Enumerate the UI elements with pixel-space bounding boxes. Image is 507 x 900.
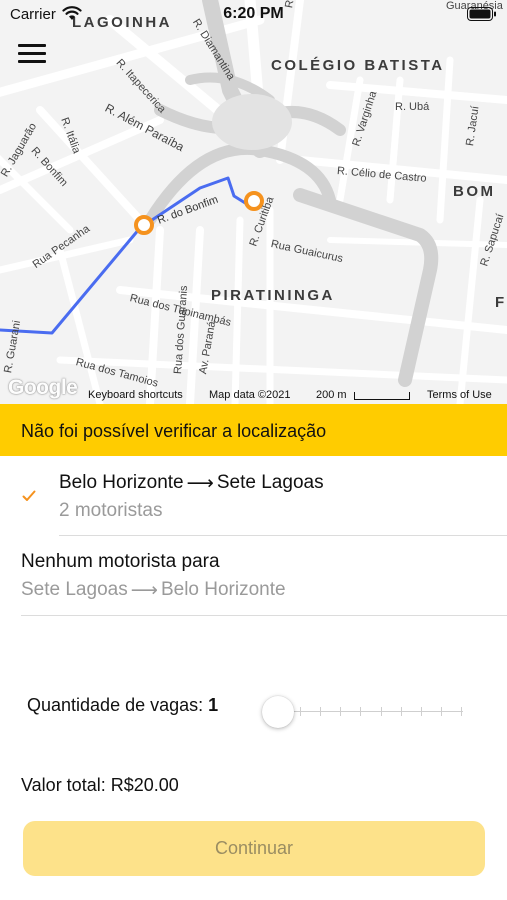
hamburger-line <box>18 60 46 63</box>
slider-tick <box>360 707 362 716</box>
slider-tick <box>300 707 302 716</box>
slider-tick <box>380 707 382 716</box>
keyboard-shortcuts-link[interactable]: Keyboard shortcuts <box>88 389 183 401</box>
location-warning-banner: Não foi possível verificar a localização <box>0 404 507 456</box>
hamburger-line <box>18 52 46 55</box>
total-price: Valor total: R$20.00 <box>21 775 179 795</box>
warning-text: Não foi possível verificar a localização <box>21 421 327 441</box>
map-data-label: Map data ©2021 <box>209 389 291 401</box>
status-bar: Carrier 6:20 PM <box>0 0 507 30</box>
map-view[interactable]: LAGOINHA COLÉGIO BATISTA BOM PIRATININGA… <box>0 0 507 404</box>
menu-button[interactable] <box>16 40 50 66</box>
district-label: PIRATININGA <box>211 287 335 304</box>
slider-tick <box>461 707 462 716</box>
route-option-bh-sl[interactable]: Belo Horizonte ⟶ Sete Lagoas 2 motoristas <box>0 456 507 536</box>
scale-label: 200 m <box>316 389 347 401</box>
slider-thumb[interactable] <box>262 696 294 728</box>
route-arrow: ⟶ <box>130 580 158 601</box>
district-label: COLÉGIO BATISTA <box>271 57 445 74</box>
seats-label-text: Quantidade de vagas: <box>27 695 204 715</box>
seats-label: Quantidade de vagas: 1 <box>27 695 218 716</box>
district-label: BOM <box>453 183 496 200</box>
route-destination: Sete Lagoas <box>216 472 324 493</box>
divider <box>21 615 507 616</box>
route-origin: Belo Horizonte <box>59 472 184 493</box>
slider-tick <box>400 707 402 716</box>
hamburger-icon <box>18 44 46 47</box>
street-label: R. Ubá <box>395 101 430 113</box>
slider-tick <box>340 707 342 716</box>
route-option-sl-bh[interactable]: Nenhum motorista para Sete Lagoas ⟶ Belo H… <box>0 536 507 616</box>
origin-marker-icon <box>134 215 154 235</box>
scale-bar <box>354 392 410 400</box>
google-logo: Google <box>8 376 78 399</box>
route-title: Nenhum motorista para <box>21 551 220 572</box>
terms-of-use-link[interactable]: Terms of Use <box>427 389 492 401</box>
slider-tick <box>420 707 422 716</box>
route-origin: Sete Lagoas <box>21 579 128 600</box>
route-destination: Belo Horizonte <box>160 579 286 600</box>
checkmark-icon <box>22 490 36 501</box>
slider-track <box>280 711 463 712</box>
route-arrow: ⟶ <box>186 473 214 494</box>
slider-tick <box>440 707 442 716</box>
battery-icon <box>467 7 496 21</box>
status-time: 6:20 PM <box>223 5 284 22</box>
route-title: Belo Horizonte ⟶ Sete Lagoas <box>59 471 324 494</box>
continue-button[interactable]: Continuar <box>23 821 485 876</box>
district-label: F <box>495 294 507 311</box>
map-attribution: Google Keyboard shortcuts Map data ©2021… <box>0 376 507 404</box>
route-subtitle: Sete Lagoas ⟶ Belo Horizonte <box>21 578 286 601</box>
seats-slider[interactable] <box>262 692 465 732</box>
slider-tick <box>320 707 322 716</box>
route-driver-count: 2 motoristas <box>59 500 163 521</box>
seats-value: 1 <box>208 695 219 715</box>
